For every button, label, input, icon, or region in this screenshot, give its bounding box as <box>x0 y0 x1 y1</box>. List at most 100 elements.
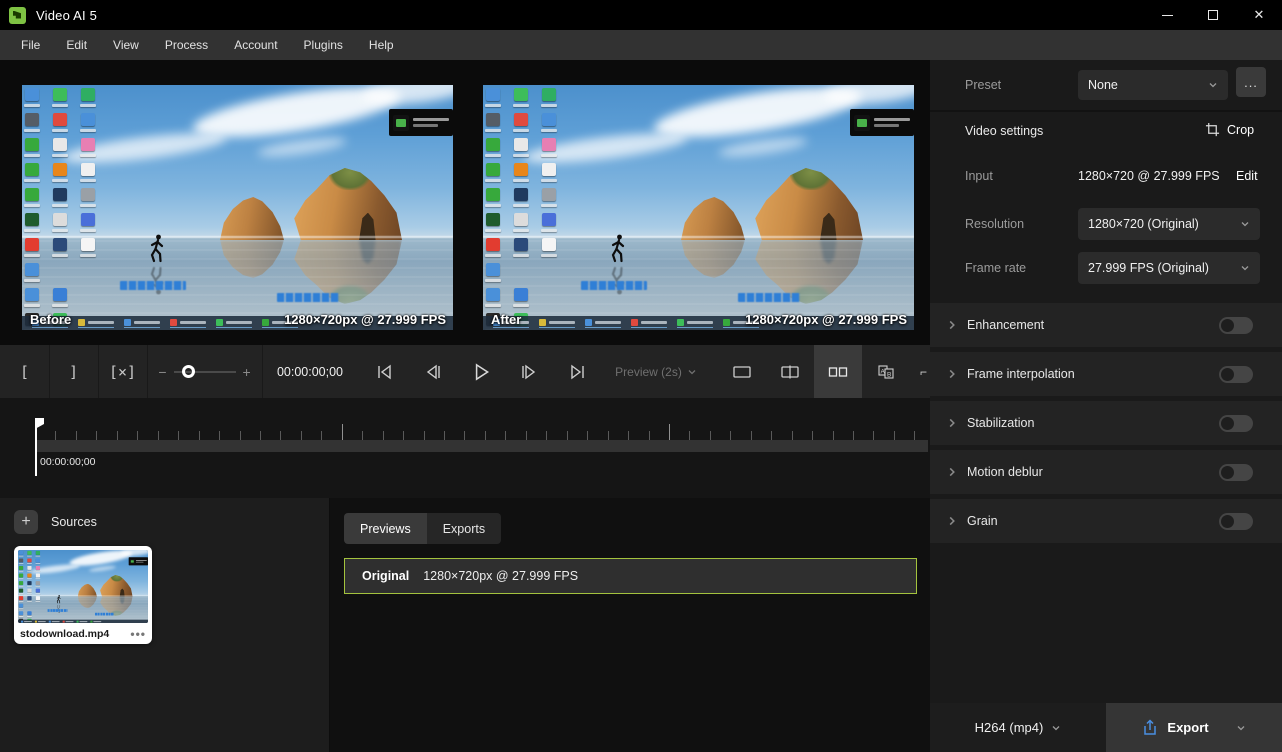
timeline[interactable]: 00:00:00;00 <box>0 398 930 498</box>
trim-clear-button[interactable]: [×] <box>98 345 147 398</box>
section-stabilization[interactable]: Stabilization <box>930 401 1282 445</box>
crop-button[interactable]: Crop <box>1205 122 1254 137</box>
view-single-button[interactable] <box>718 345 766 398</box>
ruler-tick <box>301 431 302 440</box>
timeline-ruler <box>35 427 930 440</box>
ruler-tick <box>669 424 670 440</box>
transport-bar: [ ] [×] − + 00:00:00;00 <box>0 345 930 398</box>
source-card[interactable]: stodownload.mp4 ••• <box>14 546 152 644</box>
timeline-track[interactable] <box>35 440 928 452</box>
ruler-tick <box>587 431 588 440</box>
desktop-icon <box>36 596 40 600</box>
toggle-grain[interactable] <box>1219 513 1253 530</box>
menu-edit[interactable]: Edit <box>53 30 100 60</box>
source-thumbnail[interactable] <box>18 550 148 623</box>
minimize-button[interactable] <box>1144 0 1190 30</box>
toggle-enhancement[interactable] <box>1219 317 1253 334</box>
section-frame-interpolation[interactable]: Frame interpolation <box>930 352 1282 396</box>
step-back-button[interactable] <box>409 345 457 398</box>
zoom-slider[interactable] <box>174 371 236 373</box>
resolution-dropdown[interactable]: 1280×720 (Original) <box>1078 208 1260 240</box>
viewer-area: Before 1280×720px @ 27.999 FPS After 128… <box>0 60 930 345</box>
video-preview-before[interactable]: Before 1280×720px @ 27.999 FPS <box>22 85 453 330</box>
menu-process[interactable]: Process <box>152 30 221 60</box>
menu-view[interactable]: View <box>100 30 152 60</box>
preview-row-original[interactable]: Original 1280×720px @ 27.999 FPS <box>344 558 917 594</box>
export-icon <box>1142 719 1158 736</box>
desktop-icon <box>81 188 95 201</box>
section-grain[interactable]: Grain <box>930 499 1282 543</box>
view-split-button[interactable] <box>766 345 814 398</box>
ruler-tick <box>424 431 425 440</box>
desktop-icon <box>36 566 40 570</box>
ruler-tick <box>792 431 793 440</box>
desktop-icon <box>514 238 528 251</box>
input-value: 1280×720 @ 27.999 FPS <box>1078 169 1220 183</box>
video-preview-after[interactable]: After 1280×720px @ 27.999 FPS <box>483 85 914 330</box>
video-frame <box>483 85 914 330</box>
workspace: Before 1280×720px @ 27.999 FPS After 128… <box>0 60 930 752</box>
subtitle-text <box>738 293 800 302</box>
desktop-icon <box>486 238 500 251</box>
zoom-slider-knob[interactable] <box>182 365 195 378</box>
previews-tabs: PreviewsExports <box>344 513 501 544</box>
preset-dropdown[interactable]: None <box>1078 70 1228 100</box>
menu-account[interactable]: Account <box>221 30 290 60</box>
format-dropdown[interactable]: H264 (mp4) <box>930 703 1106 752</box>
desktop-icon <box>25 163 39 176</box>
desktop-icon <box>486 213 500 226</box>
ruler-tick <box>812 431 813 440</box>
play-button[interactable] <box>457 345 505 398</box>
desktop-icon <box>53 113 67 126</box>
desktop-icon <box>27 589 31 593</box>
notification-popup <box>129 557 148 565</box>
preset-menu-button[interactable]: ... <box>1236 67 1266 97</box>
zoom-in-icon[interactable]: + <box>243 364 251 380</box>
trim-out-button[interactable]: ] <box>49 345 98 398</box>
edit-input-button[interactable]: Edit <box>1236 169 1258 183</box>
frame-rate-dropdown[interactable]: 27.999 FPS (Original) <box>1078 252 1260 284</box>
svg-text:A: A <box>881 368 886 375</box>
view-ab-compare-button[interactable]: A B <box>862 345 910 398</box>
desktop-icon <box>542 188 556 201</box>
ruler-tick <box>403 431 404 440</box>
preset-label: Preset <box>965 78 1001 92</box>
ruler-tick <box>96 431 97 440</box>
export-button[interactable]: Export <box>1106 703 1282 752</box>
ruler-tick <box>485 431 486 440</box>
tab-previews[interactable]: Previews <box>344 513 427 544</box>
add-source-button[interactable]: + <box>14 510 38 534</box>
menu-plugins[interactable]: Plugins <box>291 30 356 60</box>
desktop-icon <box>25 213 39 226</box>
section-enhancement[interactable]: Enhancement <box>930 303 1282 347</box>
desktop-icon <box>486 113 500 126</box>
desktop-icon <box>53 213 67 226</box>
video-frame <box>22 85 453 330</box>
zoom-out-icon[interactable]: − <box>158 364 166 380</box>
trim-in-button[interactable]: [ <box>0 345 49 398</box>
ruler-tick <box>464 431 465 440</box>
menu-help[interactable]: Help <box>356 30 407 60</box>
source-menu-button[interactable]: ••• <box>130 627 146 641</box>
tab-exports[interactable]: Exports <box>427 513 501 544</box>
close-button[interactable]: ✕ <box>1236 0 1282 30</box>
maximize-button[interactable] <box>1190 0 1236 30</box>
previews-panel: PreviewsExports Original 1280×720px @ 27… <box>330 498 930 752</box>
skip-start-button[interactable] <box>361 345 409 398</box>
desktop-icon <box>514 88 528 101</box>
skip-end-button[interactable] <box>553 345 601 398</box>
toggle-stabilization[interactable] <box>1219 415 1253 432</box>
desktop-icon <box>53 163 67 176</box>
menu-file[interactable]: File <box>8 30 53 60</box>
view-side-by-side-button[interactable] <box>814 345 862 398</box>
section-label: Motion deblur <box>967 465 1043 479</box>
ruler-tick <box>444 431 445 440</box>
section-motion-deblur[interactable]: Motion deblur <box>930 450 1282 494</box>
notification-popup <box>389 109 453 136</box>
step-forward-button[interactable] <box>505 345 553 398</box>
preview-duration-dropdown[interactable]: Preview (2s) <box>601 345 711 398</box>
toggle-motion-deblur[interactable] <box>1219 464 1253 481</box>
toggle-frame-interpolation[interactable] <box>1219 366 1253 383</box>
fullscreen-button-partial[interactable]: ⌐ <box>920 365 930 379</box>
video-settings-title: Video settings <box>965 124 1043 138</box>
